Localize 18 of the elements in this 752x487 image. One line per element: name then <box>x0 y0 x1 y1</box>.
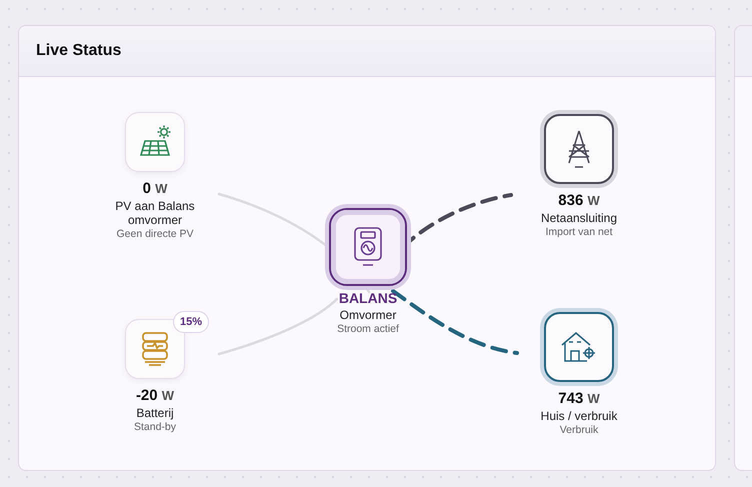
node-status: Verbruik <box>560 424 598 436</box>
node-name: BALANS <box>338 290 398 306</box>
node-label: Huis / verbruik <box>540 409 618 423</box>
power-reading: -20 W <box>136 387 174 404</box>
node-label: Omvormer <box>338 308 398 322</box>
node-label: Netaansluiting <box>540 211 618 225</box>
charge-badge: 15% <box>172 311 209 333</box>
power-reading: 836 W <box>558 192 600 209</box>
node-status: Geen directe PV <box>116 228 194 240</box>
inverter-icon <box>352 226 384 268</box>
power-reading: 0 W <box>142 180 168 197</box>
node-label: PV aan Balans omvormer <box>114 199 196 227</box>
node-status: Import van net <box>545 226 613 238</box>
power-reading: 743 W <box>558 390 600 407</box>
node-label: Batterij <box>135 406 175 420</box>
node-status: Stand-by <box>134 421 176 433</box>
node-status: Stroom actief <box>337 323 399 335</box>
card-title: Live Status <box>36 42 122 60</box>
